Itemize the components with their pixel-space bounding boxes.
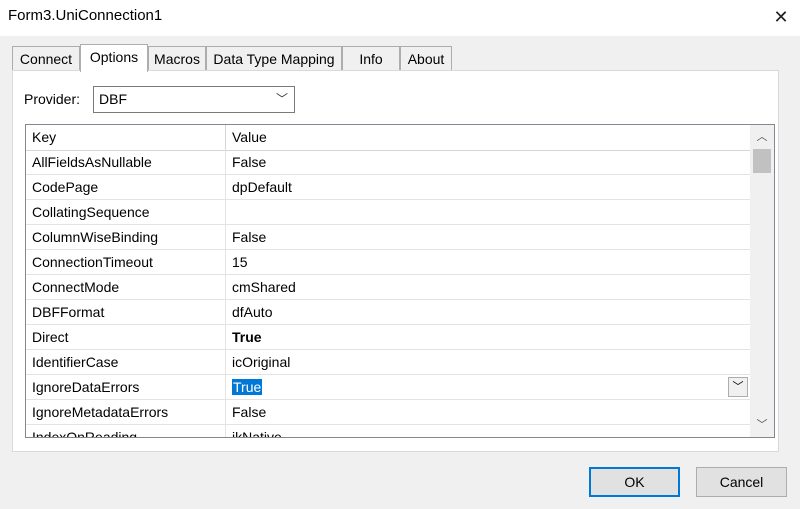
table-row[interactable]: IndexOnReading ikNative — [26, 425, 750, 437]
scrollbar-thumb[interactable] — [753, 149, 771, 173]
table-row[interactable]: DBFFormat dfAuto — [26, 300, 750, 325]
title-bar: Form3.UniConnection1 ✕ — [0, 0, 800, 36]
window-title: Form3.UniConnection1 — [8, 7, 163, 24]
row-key: CodePage — [26, 175, 226, 199]
row-key: Direct — [26, 325, 226, 349]
row-value-editor[interactable]: True — [226, 375, 750, 399]
tab-connect[interactable]: Connect — [12, 46, 80, 71]
close-icon[interactable]: ✕ — [766, 4, 796, 30]
chevron-up-icon[interactable]: ︿ — [750, 127, 774, 147]
options-grid[interactable]: Key Value AllFieldsAsNullable False Code… — [25, 124, 775, 438]
row-value[interactable]: False — [226, 225, 750, 249]
chevron-down-icon[interactable]: ﹀ — [728, 377, 748, 397]
tab-macros[interactable]: Macros — [148, 46, 206, 71]
vertical-scrollbar[interactable]: ︿ ﹀ — [750, 125, 774, 437]
tab-about[interactable]: About — [400, 46, 452, 71]
row-key: ConnectionTimeout — [26, 250, 226, 274]
row-key: ColumnWiseBinding — [26, 225, 226, 249]
table-row[interactable]: AllFieldsAsNullable False — [26, 150, 750, 175]
table-row[interactable]: Direct True — [26, 325, 750, 350]
grid-header: Key Value — [26, 125, 750, 151]
tab-info[interactable]: Info — [342, 46, 400, 71]
table-row[interactable]: CollatingSequence — [26, 200, 750, 225]
row-value[interactable]: False — [226, 150, 750, 174]
row-value[interactable]: dfAuto — [226, 300, 750, 324]
row-key: AllFieldsAsNullable — [26, 150, 226, 174]
row-value[interactable]: True — [226, 325, 750, 349]
row-key: IgnoreMetadataErrors — [26, 400, 226, 424]
row-key: DBFFormat — [26, 300, 226, 324]
table-row[interactable]: CodePage dpDefault — [26, 175, 750, 200]
row-value[interactable]: ikNative — [226, 425, 750, 437]
row-key: IdentifierCase — [26, 350, 226, 374]
table-row[interactable]: IdentifierCase icOriginal — [26, 350, 750, 375]
table-row-selected[interactable]: IgnoreDataErrors True ﹀ — [26, 375, 750, 400]
column-header-value[interactable]: Value — [226, 125, 750, 150]
provider-select[interactable]: DBF ﹀ — [93, 86, 295, 113]
row-key: ConnectMode — [26, 275, 226, 299]
row-value[interactable]: dpDefault — [226, 175, 750, 199]
table-row[interactable]: ConnectMode cmShared — [26, 275, 750, 300]
provider-value: DBF — [99, 91, 127, 107]
selected-value-text[interactable]: True — [232, 379, 263, 395]
row-value[interactable]: False — [226, 400, 750, 424]
tab-options[interactable]: Options — [80, 44, 148, 72]
row-key: IndexOnReading — [26, 425, 226, 437]
cancel-button[interactable]: Cancel — [696, 467, 787, 497]
ok-button[interactable]: OK — [589, 467, 680, 497]
chevron-down-icon[interactable]: ﹀ — [750, 415, 774, 435]
chevron-down-icon: ﹀ — [275, 92, 288, 106]
row-value[interactable]: cmShared — [226, 275, 750, 299]
row-value[interactable]: 15 — [226, 250, 750, 274]
table-row[interactable]: IgnoreMetadataErrors False — [26, 400, 750, 425]
row-key: IgnoreDataErrors — [26, 375, 226, 399]
row-value[interactable] — [226, 200, 750, 224]
row-key: CollatingSequence — [26, 200, 226, 224]
column-header-key[interactable]: Key — [26, 125, 226, 150]
row-value[interactable]: icOriginal — [226, 350, 750, 374]
provider-label: Provider: — [24, 91, 81, 107]
table-row[interactable]: ColumnWiseBinding False — [26, 225, 750, 250]
tab-data-type-mapping[interactable]: Data Type Mapping — [206, 46, 342, 71]
table-row[interactable]: ConnectionTimeout 15 — [26, 250, 750, 275]
